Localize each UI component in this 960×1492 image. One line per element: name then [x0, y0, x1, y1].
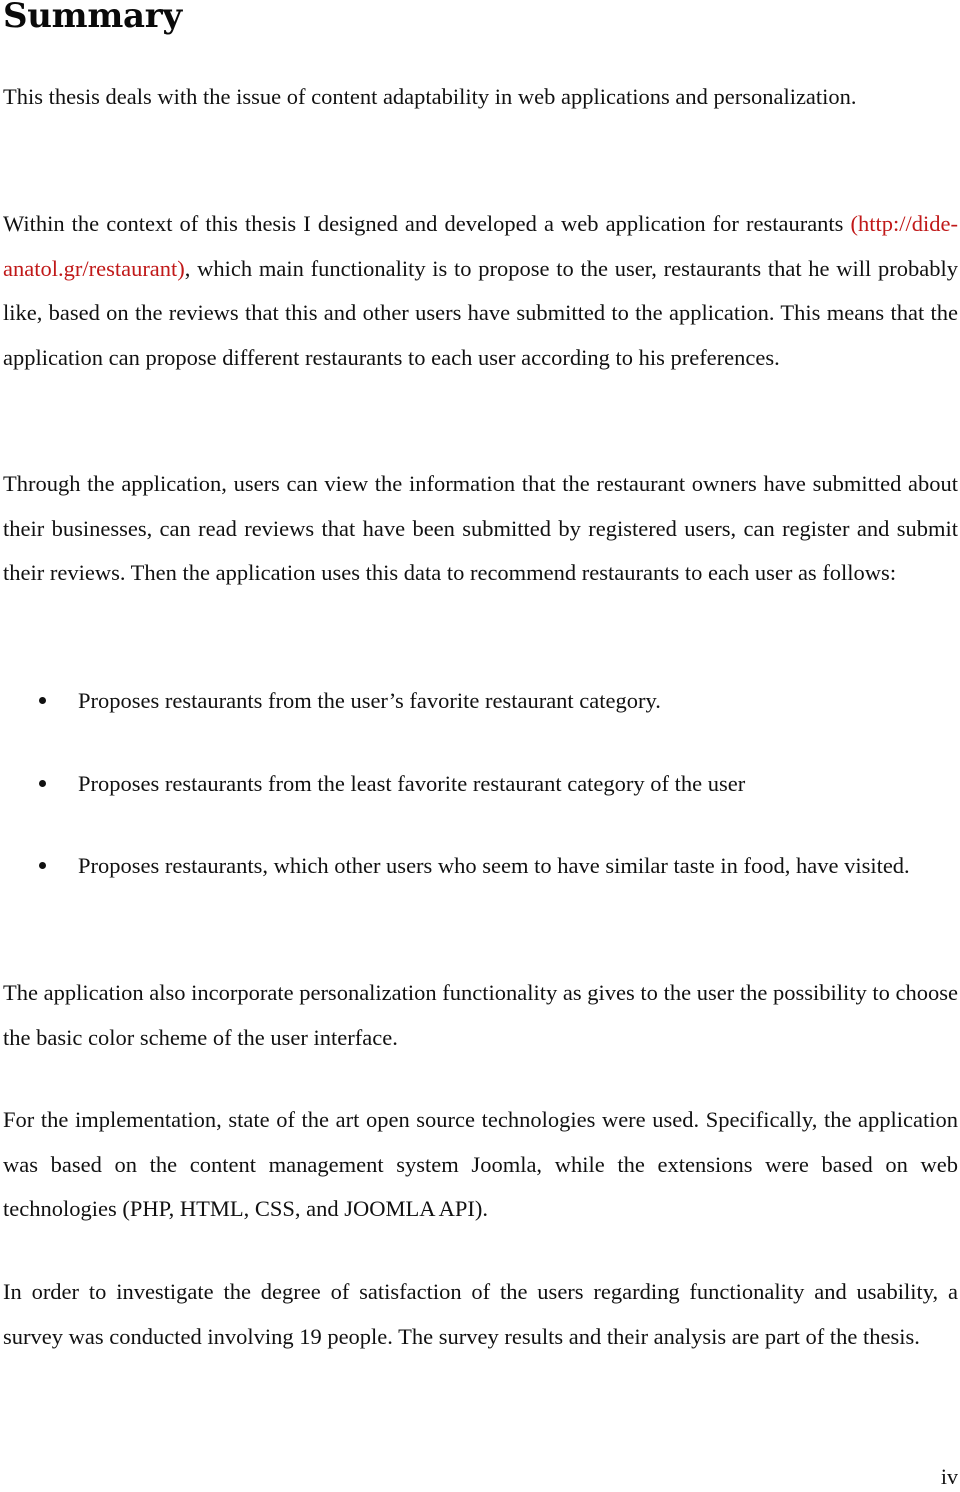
- paragraph-application: Within the context of this thesis I desi…: [3, 202, 958, 380]
- list-item: Proposes restaurants from the least favo…: [3, 762, 958, 807]
- paragraph-personalization: The application also incorporate persona…: [3, 980, 958, 1050]
- paragraph-survey: In order to investigate the degree of sa…: [3, 1279, 958, 1349]
- paragraph-intro: This thesis deals with the issue of cont…: [3, 84, 857, 109]
- list-item-text: Proposes restaurants from the user’s fav…: [78, 688, 661, 713]
- list-item-text: Proposes restaurants, which other users …: [78, 853, 910, 878]
- bullet-icon: [39, 862, 46, 869]
- paragraph-features: Through the application, users can view …: [3, 471, 958, 586]
- list-item-text: Proposes restaurants from the least favo…: [78, 771, 746, 796]
- paragraph-application-text-start: Within the context of this thesis I desi…: [3, 211, 851, 236]
- list-item: Proposes restaurants, which other users …: [3, 844, 958, 889]
- bullet-icon: [39, 780, 46, 787]
- page-number: iv: [940, 1464, 958, 1489]
- paragraph-implementation: For the implementation, state of the art…: [3, 1107, 958, 1222]
- bullet-icon: [39, 697, 46, 704]
- page-title: Summary: [3, 0, 182, 36]
- list-item: Proposes restaurants from the user’s fav…: [3, 679, 958, 724]
